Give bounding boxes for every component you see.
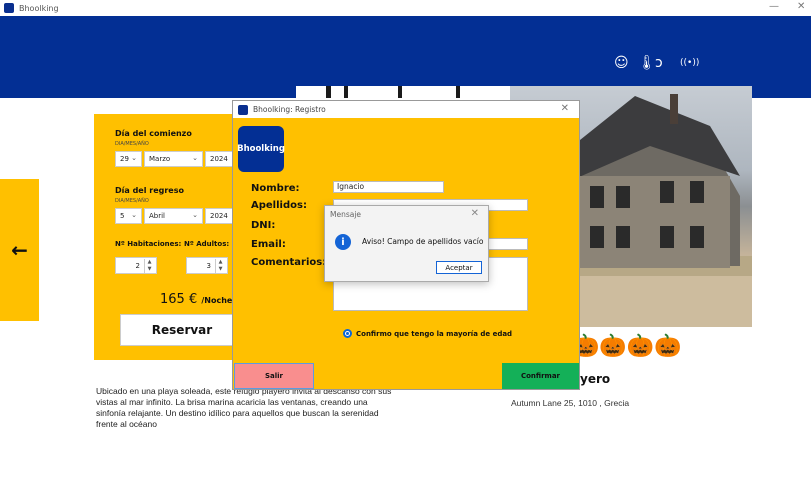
dialog-title: Bhoolking: Registro	[253, 105, 326, 114]
start-month-select[interactable]: Marzo ⌄	[144, 151, 203, 167]
email-label: Email:	[251, 239, 286, 250]
start-date-format: DIA/MES/AÑO	[115, 141, 149, 147]
arrow-left-icon: ←	[11, 238, 28, 262]
chevron-down-icon: ⌄	[131, 154, 137, 162]
reserve-button[interactable]: Reservar	[120, 314, 244, 346]
booking-panel: Día del comienzo DIA/MES/AÑO 29 ⌄ Marzo ⌄ …	[94, 114, 244, 360]
adults-label: Nº Adultos:	[184, 240, 230, 248]
chevron-down-icon: ⌄	[192, 211, 198, 219]
info-icon: i	[335, 234, 351, 250]
close-window-button[interactable]: ✕	[797, 1, 805, 12]
adults-stepper[interactable]: 3 ▲ ▼	[186, 257, 228, 274]
minimize-button[interactable]: —	[769, 1, 779, 12]
window-titlebar: Bhoolking — ✕	[0, 0, 811, 16]
ear-icon[interactable]: ↄ	[655, 56, 663, 70]
apellidos-label: Apellidos:	[251, 200, 307, 211]
nombre-label: Nombre:	[251, 183, 300, 194]
thermometer-icon[interactable]: 🌡	[638, 56, 656, 70]
signal-icon[interactable]: ((•))	[680, 56, 699, 70]
age-confirm-radio[interactable]: Confirmo que tengo la mayoría de edad	[343, 329, 512, 338]
stepper-arrows-icon[interactable]: ▲ ▼	[144, 259, 154, 273]
stepper-arrows-icon[interactable]: ▲ ▼	[215, 259, 225, 273]
chevron-down-icon: ⌄	[192, 154, 198, 162]
brand-logo: Bhoolking	[237, 126, 285, 172]
message-title: Mensaje	[330, 210, 362, 219]
end-date-format: DIA/MES/AÑO	[115, 198, 149, 204]
chevron-down-icon: ⌄	[131, 211, 137, 219]
previous-listing-button[interactable]: ←	[0, 179, 39, 321]
app-logo-icon	[4, 3, 14, 13]
price-per-night: 165 € /Noche	[160, 292, 233, 307]
listing-address: Autumn Lane 25, 1010 , Grecia	[511, 398, 630, 408]
listing-description: Ubicado en una playa soleada, este refug…	[96, 386, 392, 429]
rooms-label: Nº Habitaciones:	[115, 240, 182, 248]
salir-button[interactable]: Salir	[234, 363, 314, 389]
aceptar-button[interactable]: Aceptar	[436, 261, 482, 274]
radio-selected-icon	[343, 329, 352, 338]
comentarios-label: Comentarios:	[251, 257, 327, 268]
message-text: Aviso! Campo de apellidos vacío	[362, 237, 484, 246]
confirmar-button[interactable]: Confirmar	[502, 363, 579, 389]
start-day-select[interactable]: 29 ⌄	[115, 151, 142, 167]
message-dialog: Mensaje ✕ i Aviso! Campo de apellidos va…	[324, 205, 489, 282]
photo-strip	[296, 86, 510, 98]
listing-title: yero	[580, 372, 611, 386]
end-month-select[interactable]: Abril ⌄	[144, 208, 203, 224]
app-logo-icon	[238, 104, 248, 115]
ghost-icon[interactable]: ☺	[614, 56, 629, 70]
window-title: Bhoolking	[19, 3, 59, 13]
end-day-select[interactable]: 5 ⌄	[115, 208, 142, 224]
dialog-close-button[interactable]: ✕	[561, 103, 569, 114]
nombre-field[interactable]: Ignacio	[333, 181, 444, 193]
message-close-button[interactable]: ✕	[471, 208, 479, 219]
dialog-titlebar: Bhoolking: Registro ✕	[233, 101, 579, 118]
start-date-label: Día del comienzo	[115, 129, 192, 138]
pumpkin-rating: 🎃🎃🎃🎃	[572, 334, 682, 359]
end-date-label: Día del regreso	[115, 186, 184, 195]
rooms-stepper[interactable]: 2 ▲ ▼	[115, 257, 157, 274]
dni-label: DNI:	[251, 220, 276, 231]
